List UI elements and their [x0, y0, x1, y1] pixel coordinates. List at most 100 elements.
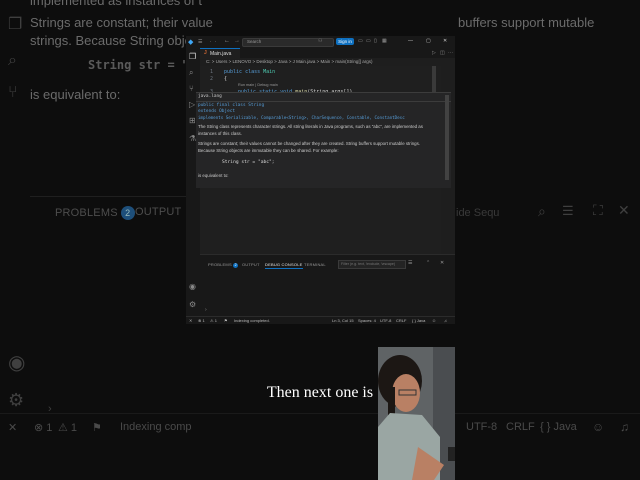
- panel-list-icon[interactable]: ☰: [408, 260, 412, 266]
- bg-panel-right: ide Sequ: [456, 207, 500, 219]
- title-bar: ◆ ☰ ·· ← → Search ⚇ Sign in ▭ ▭ ▯ ▦ — ▢ …: [186, 36, 455, 48]
- extensions-icon[interactable]: ⊞: [189, 116, 196, 125]
- line-number: 1: [210, 69, 214, 75]
- bottom-panel: PROBLEMS 2 OUTPUT DEBUG CONSOLE TERMINAL…: [200, 254, 455, 317]
- remote-icon[interactable]: ✕: [189, 318, 192, 323]
- status-warnings-count: 1: [214, 318, 217, 323]
- hover-example: String str = "abc";: [222, 160, 275, 165]
- layout-panel-icon[interactable]: ▭: [366, 38, 371, 44]
- vscode-window: ◆ ☰ ·· ← → Search ⚇ Sign in ▭ ▭ ▯ ▦ — ▢ …: [186, 36, 455, 324]
- breadcrumb-path[interactable]: C: > Users > LENOVO > Desktop > Java > J…: [206, 59, 372, 64]
- panel-tab-output[interactable]: OUTPUT: [242, 262, 260, 267]
- search-icon[interactable]: ⌕: [189, 68, 193, 78]
- editor-tabs: J Main.java ▷ ◫ ···: [200, 48, 455, 59]
- bg-search-icon: ⌕: [8, 52, 17, 69]
- bg-maximize-icon: ⛶: [593, 202, 603, 218]
- panel-close-icon[interactable]: ✕: [440, 260, 444, 266]
- bg-status-errors-count: 1: [46, 422, 53, 434]
- status-errors[interactable]: ⊗ 1: [198, 318, 205, 323]
- panel-tab-problems[interactable]: PROBLEMS 2: [208, 262, 239, 268]
- layout-icon[interactable]: ▭: [358, 38, 363, 44]
- code-class-name: Main: [263, 69, 276, 75]
- bg-tab-problems: PROBLEMS 2: [55, 206, 135, 220]
- hover-paragraph-3: is equivalent to:: [198, 173, 229, 178]
- bg-remote-icon: ✕: [8, 422, 18, 434]
- more-actions-icon[interactable]: ···: [448, 50, 453, 56]
- status-copilot-icon[interactable]: ☺: [432, 318, 436, 323]
- bg-source-control-icon: ⑂: [8, 84, 18, 101]
- codelens[interactable]: Run main | Debug main: [238, 83, 278, 87]
- bg-text-line1: implemented as instances of t: [30, 0, 202, 8]
- minimize-icon[interactable]: —: [408, 38, 413, 44]
- bg-tab-output: OUTPUT: [135, 206, 182, 218]
- code-line-1: public class Main: [224, 69, 275, 75]
- bg-text-line2-right: buffers support mutable: [458, 15, 595, 30]
- status-warnings[interactable]: ⚠ 1: [210, 318, 217, 323]
- panel-tab-terminal[interactable]: TERMINAL: [304, 262, 326, 267]
- split-editor-icon[interactable]: ◫: [440, 50, 445, 56]
- status-bar: ✕ ⊗ 1 ⚠ 1 ⚑ Indexing completed. Ln 3, Co…: [186, 316, 455, 324]
- bg-close-icon: ✕: [618, 202, 630, 218]
- copilot-icon[interactable]: ⚇: [318, 38, 322, 44]
- status-encoding[interactable]: UTF-8: [380, 318, 391, 323]
- vscode-logo-icon: ◆: [188, 39, 194, 46]
- signin-button[interactable]: Sign in: [336, 38, 354, 45]
- webcam-overlay: [378, 347, 455, 480]
- breadcrumb: C: > Users > LENOVO > Desktop > Java > J…: [200, 58, 455, 66]
- close-window-icon[interactable]: ✕: [443, 38, 447, 44]
- bg-settings-icon: ⚙: [8, 390, 25, 410]
- problems-count-badge: 2: [233, 263, 239, 268]
- filter-input[interactable]: Filter (e.g. text, !exclude, \escape): [338, 260, 406, 269]
- bg-status-eol: CRLF: [506, 421, 535, 433]
- filter-placeholder: Filter (e.g. text, !exclude, \escape): [341, 262, 396, 266]
- status-spaces[interactable]: Spaces: 4: [358, 318, 376, 323]
- hover-decl-3: implements Serializable, Comparable<Stri…: [198, 115, 405, 120]
- customize-layout-icon[interactable]: ▦: [382, 38, 387, 44]
- status-eol[interactable]: CRLF: [396, 318, 406, 323]
- hover-divider: [196, 101, 451, 102]
- maximize-icon[interactable]: ▢: [426, 38, 431, 44]
- hover-scrollbar[interactable]: [445, 95, 449, 180]
- status-language[interactable]: { } Java: [412, 318, 425, 323]
- bg-status-border: [0, 413, 640, 414]
- bg-status-errors: ⊗ 1: [34, 422, 53, 434]
- status-indexing: Indexing completed.: [234, 318, 270, 323]
- hover-tooltip: java.lang public final class String exte…: [196, 92, 451, 188]
- search-input[interactable]: Search: [247, 39, 261, 44]
- tab-label: Main.java: [210, 51, 232, 57]
- code-keyword: public class: [224, 69, 261, 75]
- panel-tab-problems-label: PROBLEMS: [208, 262, 232, 267]
- video-caption: Then next one is: [266, 384, 374, 401]
- bg-text-line3: strings. Because String objects: [30, 33, 209, 48]
- java-file-icon: J: [204, 50, 207, 56]
- panel-tab-debug-console[interactable]: DEBUG CONSOLE: [265, 262, 303, 269]
- bg-equivalent: is equivalent to:: [30, 87, 121, 102]
- hover-decl-1: public final class String: [198, 103, 265, 108]
- forward-arrow-icon[interactable]: →: [234, 38, 240, 44]
- presenter-image: [378, 347, 455, 480]
- bg-status-warnings-count: 1: [70, 422, 78, 434]
- bg-files-icon: ❐: [8, 16, 23, 33]
- hover-paragraph-1: The String class represents character st…: [198, 124, 423, 136]
- run-debug-icon[interactable]: ▷: [189, 100, 195, 109]
- explorer-icon[interactable]: ❐: [189, 52, 196, 61]
- settings-gear-icon[interactable]: ⚙: [189, 300, 196, 309]
- source-control-icon[interactable]: ⑂: [189, 84, 194, 93]
- bg-text-line2: Strings are constant; their value: [30, 15, 213, 30]
- console-prompt-icon: ›: [205, 307, 207, 313]
- status-position[interactable]: Ln 3, Col 15: [332, 318, 354, 323]
- hover-decl-2: extends Object: [198, 109, 236, 114]
- bg-problems-badge: 2: [120, 206, 135, 220]
- status-bell-icon[interactable]: ♫: [444, 318, 447, 323]
- bg-account-icon: ◉: [8, 352, 26, 374]
- back-arrow-icon[interactable]: ←: [224, 38, 230, 44]
- code-line-2: {: [224, 76, 228, 82]
- status-sync-icon[interactable]: ⚑: [224, 318, 228, 323]
- account-icon[interactable]: ◉: [189, 282, 196, 291]
- panel-maximize-icon[interactable]: ⌃: [426, 260, 430, 266]
- run-icon[interactable]: ▷: [432, 50, 436, 56]
- menu-icon[interactable]: ☰ ··: [198, 39, 219, 45]
- bg-tab-problems-label: PROBLEMS: [55, 207, 118, 219]
- layout-sidebar-icon[interactable]: ▯: [374, 38, 377, 44]
- bg-code: String str = "a: [88, 58, 197, 72]
